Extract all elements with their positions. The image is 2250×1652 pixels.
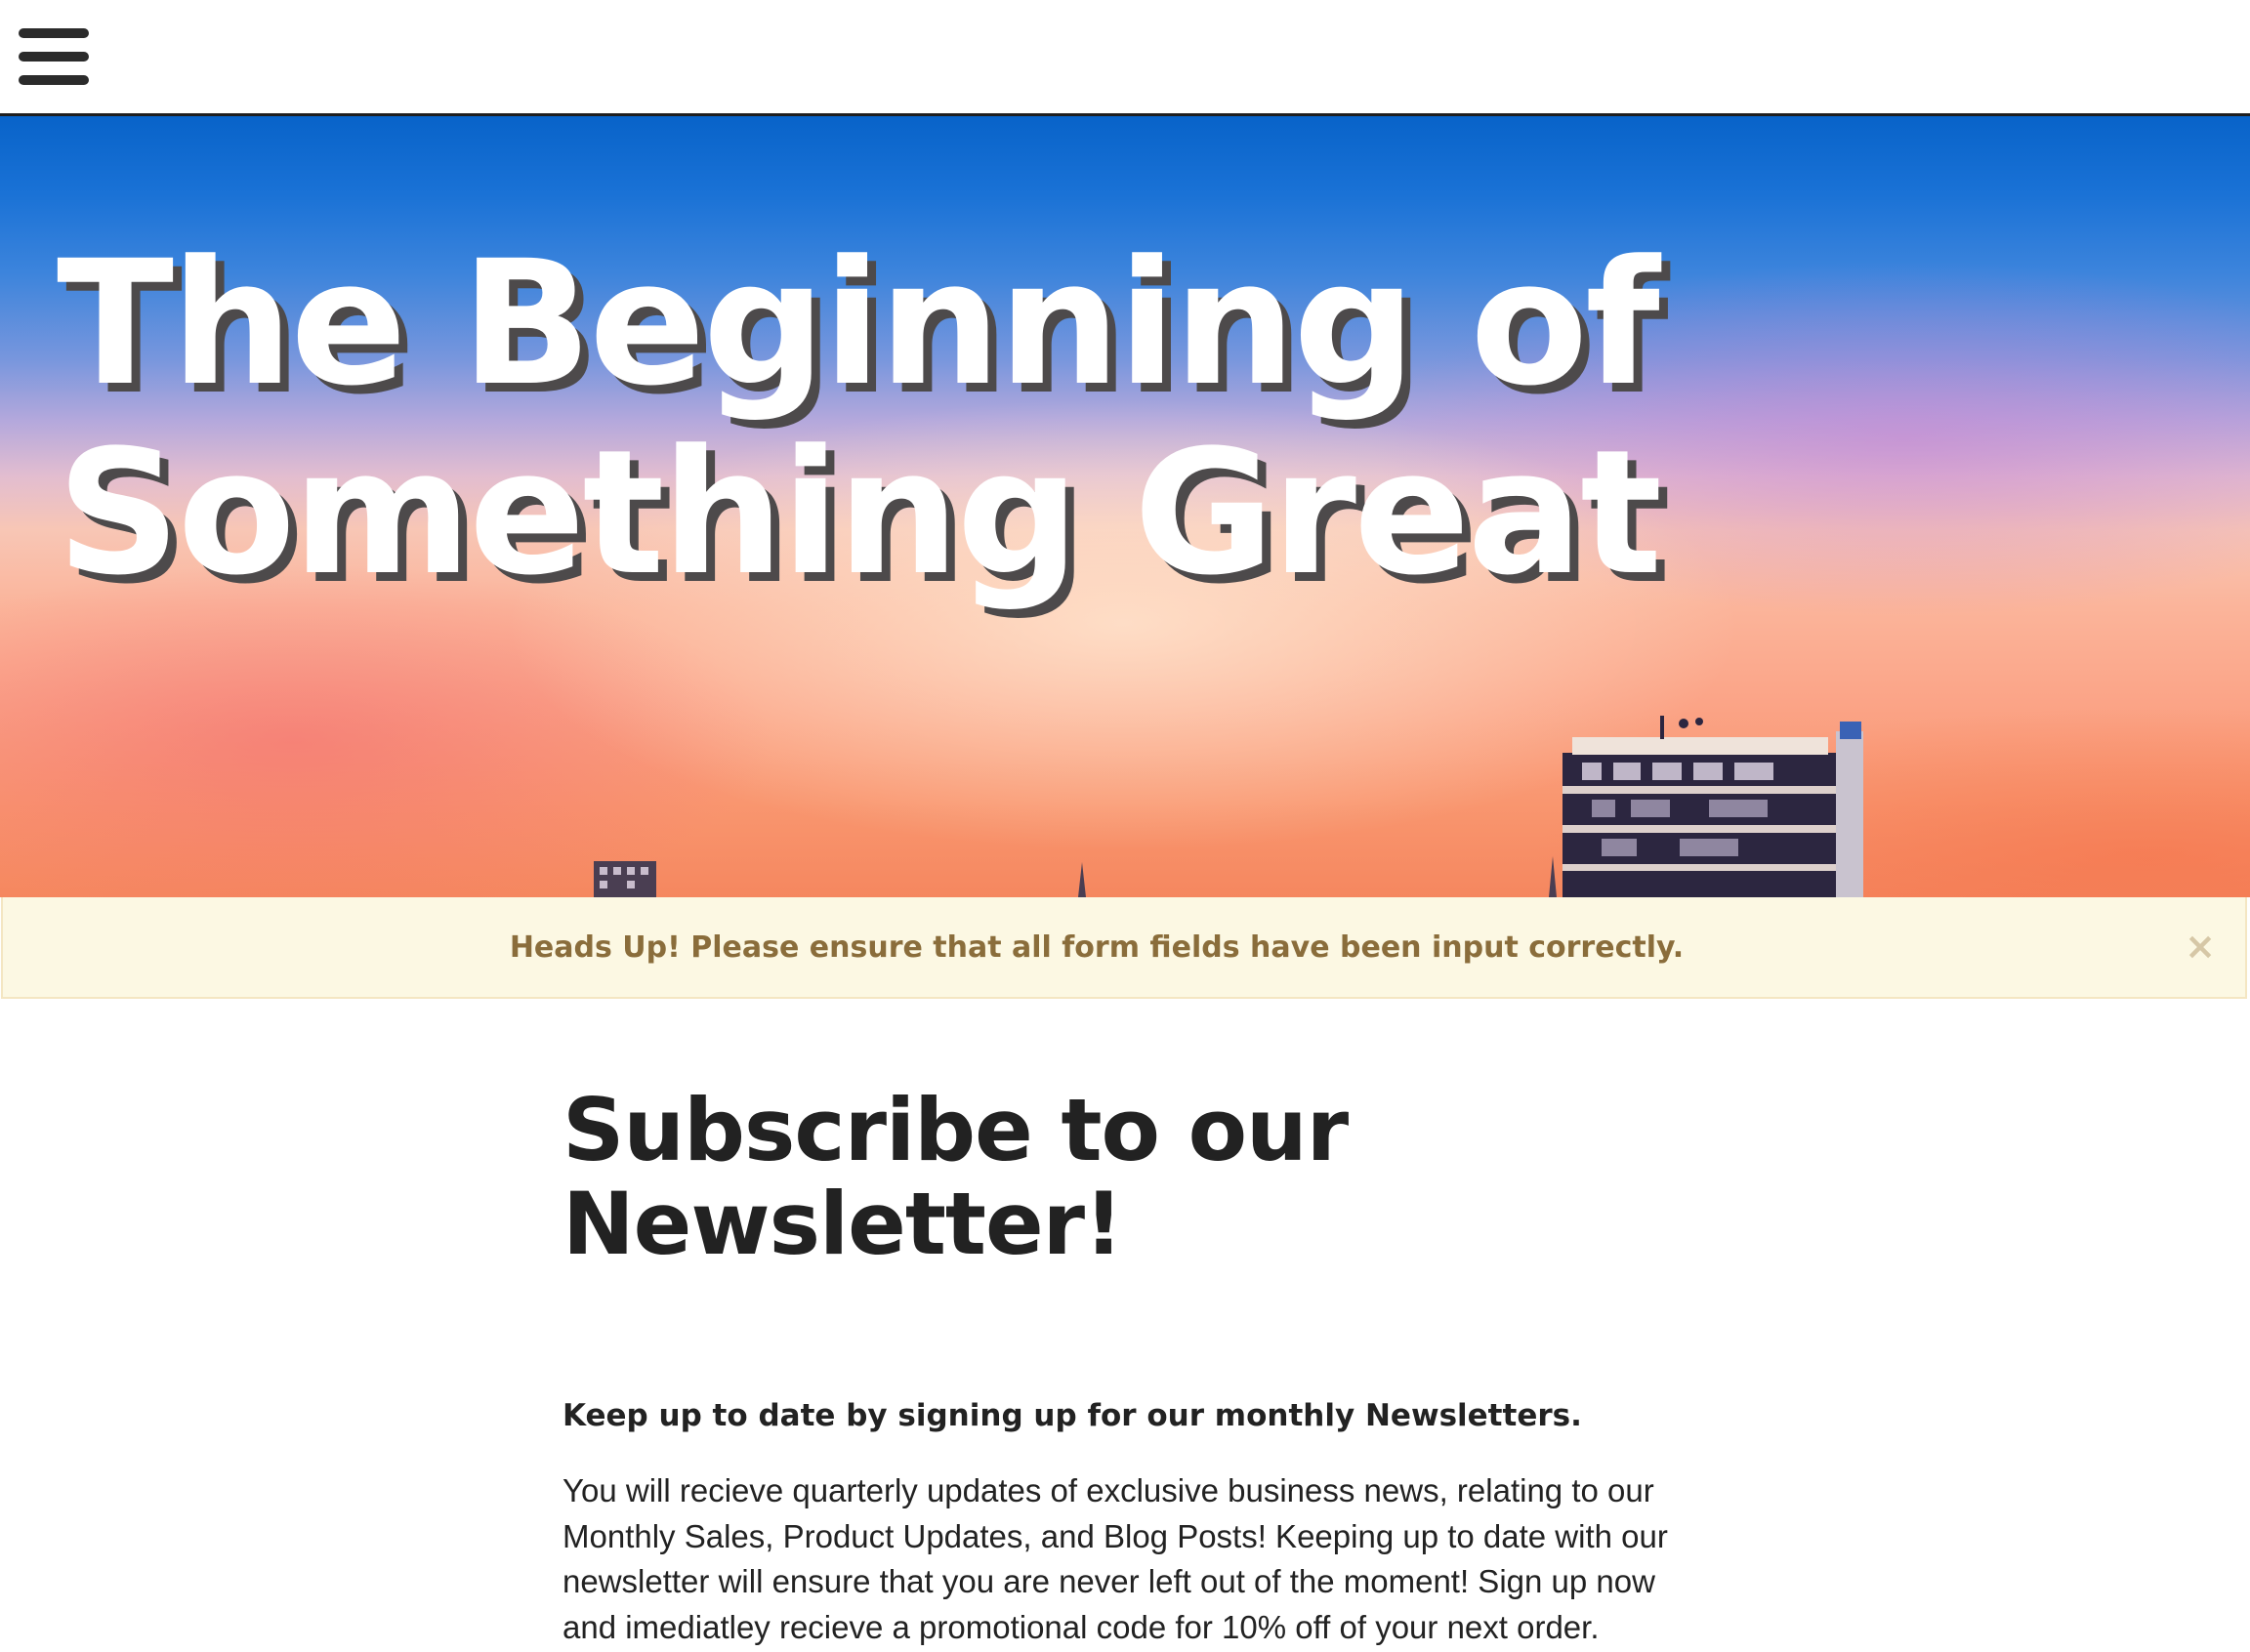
close-icon[interactable]: × xyxy=(2181,927,2220,966)
hero-title-line-1: The Beginning of xyxy=(57,224,1660,424)
newsletter-description: You will recieve quarterly updates of ex… xyxy=(562,1472,1668,1645)
hero-banner: The Beginning of Something Great xyxy=(0,116,2250,897)
alert-message: Heads Up! Please ensure that all form fi… xyxy=(509,930,1685,965)
newsletter-heading: Subscribe to our Newsletter! xyxy=(562,1080,1349,1274)
menu-bar-line xyxy=(19,52,89,62)
newsletter-section: Subscribe to our Newsletter! Keep up to … xyxy=(562,1084,1715,1650)
skyline-building-image xyxy=(1562,716,1863,897)
warning-alert: Heads Up! Please ensure that all form fi… xyxy=(1,897,2247,999)
hero-title: The Beginning of Something Great xyxy=(57,229,1717,608)
hero-title-line-2: Something Great xyxy=(57,413,1662,613)
distant-spire-image xyxy=(1549,856,1557,897)
hamburger-menu-icon[interactable] xyxy=(19,28,89,85)
menu-bar-line xyxy=(19,75,89,85)
distant-building-image xyxy=(594,861,656,897)
menu-bar-line xyxy=(19,28,89,38)
distant-spire-image xyxy=(1078,862,1086,897)
top-nav-bar xyxy=(0,0,2250,116)
newsletter-lead: Keep up to date by signing up for our mo… xyxy=(562,1398,1582,1433)
